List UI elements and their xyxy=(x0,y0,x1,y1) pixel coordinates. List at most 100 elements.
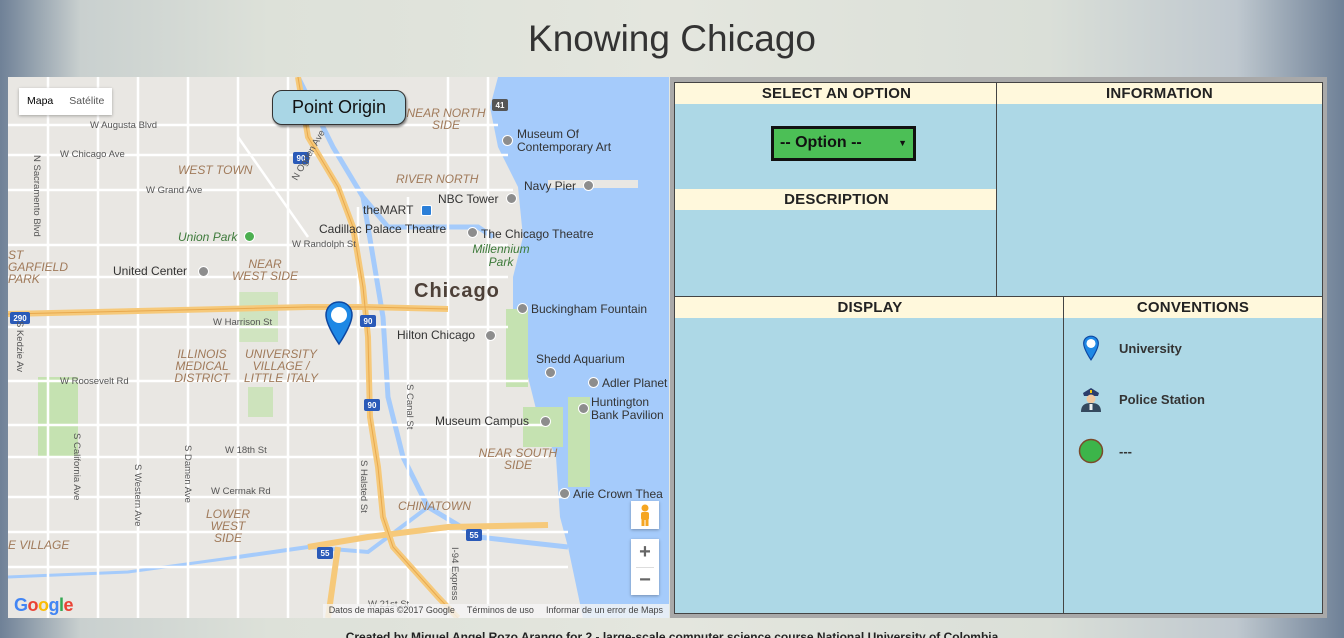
map-place-label[interactable]: Navy Pier xyxy=(524,179,576,193)
map-place-label[interactable]: Museum Of Contemporary Art xyxy=(517,128,637,154)
map-street-label: S Halsted St xyxy=(358,460,369,513)
map-place-label[interactable]: Adler Planet xyxy=(602,376,667,390)
police-officer-icon xyxy=(1078,385,1104,413)
point-origin-button[interactable]: Point Origin xyxy=(272,90,406,125)
map-label-area: ILLINOIS MEDICAL DISTRICT xyxy=(174,347,230,385)
svg-text:90: 90 xyxy=(364,317,373,326)
information-header: INFORMATION xyxy=(997,83,1322,104)
map-canvas[interactable]: 90 290 90 90 55 55 41 WEST TOWN RIVER NO… xyxy=(8,77,669,618)
green-circle-icon xyxy=(1078,437,1104,465)
select-option-section: SELECT AN OPTION -- Option -- ▼ xyxy=(674,82,998,190)
dropdown-caret-icon: ▼ xyxy=(898,138,907,148)
svg-text:55: 55 xyxy=(321,549,330,558)
page-title: Knowing Chicago xyxy=(528,18,816,59)
map-street-label: N Sacramento Blvd xyxy=(31,155,42,237)
street-view-pegman[interactable] xyxy=(631,501,659,529)
map-street-label: S Western Ave xyxy=(132,464,143,527)
zoom-control: + − xyxy=(631,539,659,595)
fountain-icon[interactable] xyxy=(517,303,528,314)
map-label-area: CHINATOWN xyxy=(398,499,471,513)
theatre-icon[interactable] xyxy=(467,227,478,238)
map-place-label[interactable]: Shedd Aquarium xyxy=(536,352,625,366)
planetarium-icon[interactable] xyxy=(588,377,599,388)
map-street-label: S Kedzie Av xyxy=(14,321,25,373)
map-place-label[interactable]: NBC Tower xyxy=(438,192,498,206)
hotel-icon[interactable] xyxy=(485,330,496,341)
convention-item-university: University xyxy=(1078,334,1182,362)
museum-icon[interactable] xyxy=(540,416,551,427)
map-pin-icon xyxy=(1078,334,1104,362)
zoom-in-button[interactable]: + xyxy=(631,539,659,567)
map-attribution: Datos de mapas ©2017 Google Términos de … xyxy=(322,604,669,618)
report-error-link[interactable]: Informar de un error de Maps xyxy=(546,605,663,617)
map-data-credit: Datos de mapas ©2017 Google xyxy=(328,605,455,615)
shop-icon[interactable] xyxy=(421,205,432,216)
pier-icon[interactable] xyxy=(583,180,594,191)
map-street-label: S Canal St xyxy=(404,384,415,430)
map-label-area: LOWER WEST SIDE xyxy=(205,507,250,545)
map-street-label: W Chicago Ave xyxy=(60,149,125,160)
location-marker-icon[interactable] xyxy=(324,300,354,346)
conventions-header: CONVENTIONS xyxy=(1064,297,1322,318)
museum-icon[interactable] xyxy=(502,135,513,146)
map-street-label: W Randolph St xyxy=(292,239,356,250)
map-label-area: WEST TOWN xyxy=(178,163,253,177)
map-street-label: W Cermak Rd xyxy=(211,486,271,497)
terms-link[interactable]: Términos de uso xyxy=(467,605,534,617)
convention-label: University xyxy=(1119,340,1182,356)
pegman-icon xyxy=(641,504,649,526)
map-label-area: RIVER NORTH xyxy=(396,172,479,186)
map-place-label[interactable]: Hilton Chicago xyxy=(397,328,475,342)
venue-icon[interactable] xyxy=(559,488,570,499)
svg-text:90: 90 xyxy=(368,401,377,410)
aquarium-icon[interactable] xyxy=(545,367,556,378)
display-header: DISPLAY xyxy=(675,297,1065,318)
map-place-label[interactable]: United Center xyxy=(113,264,187,278)
map-type-map-button[interactable]: Mapa xyxy=(19,88,61,115)
stadium-icon[interactable] xyxy=(198,266,209,277)
display-section: DISPLAY xyxy=(674,296,1065,614)
select-option-header: SELECT AN OPTION xyxy=(675,83,998,104)
map-label-city: Chicago xyxy=(414,280,500,302)
map-place-label[interactable]: The Chicago Theatre xyxy=(481,227,594,241)
map-street-label: S California Ave xyxy=(71,433,82,501)
convention-item-police: Police Station xyxy=(1078,385,1205,413)
map-place-label[interactable]: Cadillac Palace Theatre xyxy=(319,222,446,236)
map-street-label: W Augusta Blvd xyxy=(90,120,158,131)
map-place-label[interactable]: Arie Crown Thea xyxy=(573,487,663,501)
option-select-value: -- Option -- xyxy=(780,134,862,151)
zoom-out-button[interactable]: − xyxy=(631,567,659,595)
option-select[interactable]: -- Option -- ▼ xyxy=(771,126,916,161)
map-label-area: NEAR WEST SIDE xyxy=(231,257,298,283)
convention-item-other: --- xyxy=(1078,437,1132,465)
google-logo: Google xyxy=(14,595,74,615)
map-label-area: NEAR SOUTH SIDE xyxy=(478,446,558,472)
map-place-label[interactable]: Huntington Bank Pavilion xyxy=(591,396,669,422)
map-street-label: W Roosevelt Rd xyxy=(60,376,129,387)
footer-credit: Created by Miguel Angel Rozo Arango for … xyxy=(345,630,999,638)
svg-text:41: 41 xyxy=(496,101,505,110)
venue-icon[interactable] xyxy=(578,403,589,414)
map-place-label[interactable]: Museum Campus xyxy=(435,414,529,428)
conventions-section: CONVENTIONS University Police Station --… xyxy=(1063,296,1323,614)
tower-icon[interactable] xyxy=(506,193,517,204)
map-street-label: W Harrison St xyxy=(213,317,273,328)
convention-label: Police Station xyxy=(1119,391,1205,407)
map-place-label[interactable]: Buckingham Fountain xyxy=(531,302,647,316)
map-label-area: UNIVERSITY VILLAGE / LITTLE ITALY xyxy=(243,347,319,385)
convention-label: --- xyxy=(1119,443,1132,459)
map-type-satellite-button[interactable]: Satélite xyxy=(61,88,112,115)
map-place-label[interactable]: Millennium Park xyxy=(471,243,531,269)
map-street-label: W 18th St xyxy=(225,445,267,456)
info-panel: SELECT AN OPTION -- Option -- ▼ DESCRIPT… xyxy=(670,77,1327,618)
map-label-area: ST GARFIELD PARK xyxy=(8,248,69,286)
map-label-area: NEAR NORTH SIDE xyxy=(406,106,486,132)
park-icon[interactable] xyxy=(244,231,255,242)
map-street-label: S Damen Ave xyxy=(182,445,193,503)
information-section: INFORMATION xyxy=(996,82,1323,297)
description-header: DESCRIPTION xyxy=(675,189,998,210)
map-place-label[interactable]: theMART xyxy=(363,203,413,217)
map-place-label[interactable]: Union Park xyxy=(178,230,237,244)
map-type-control: Mapa Satélite xyxy=(19,88,113,115)
zoom-divider xyxy=(636,567,654,568)
